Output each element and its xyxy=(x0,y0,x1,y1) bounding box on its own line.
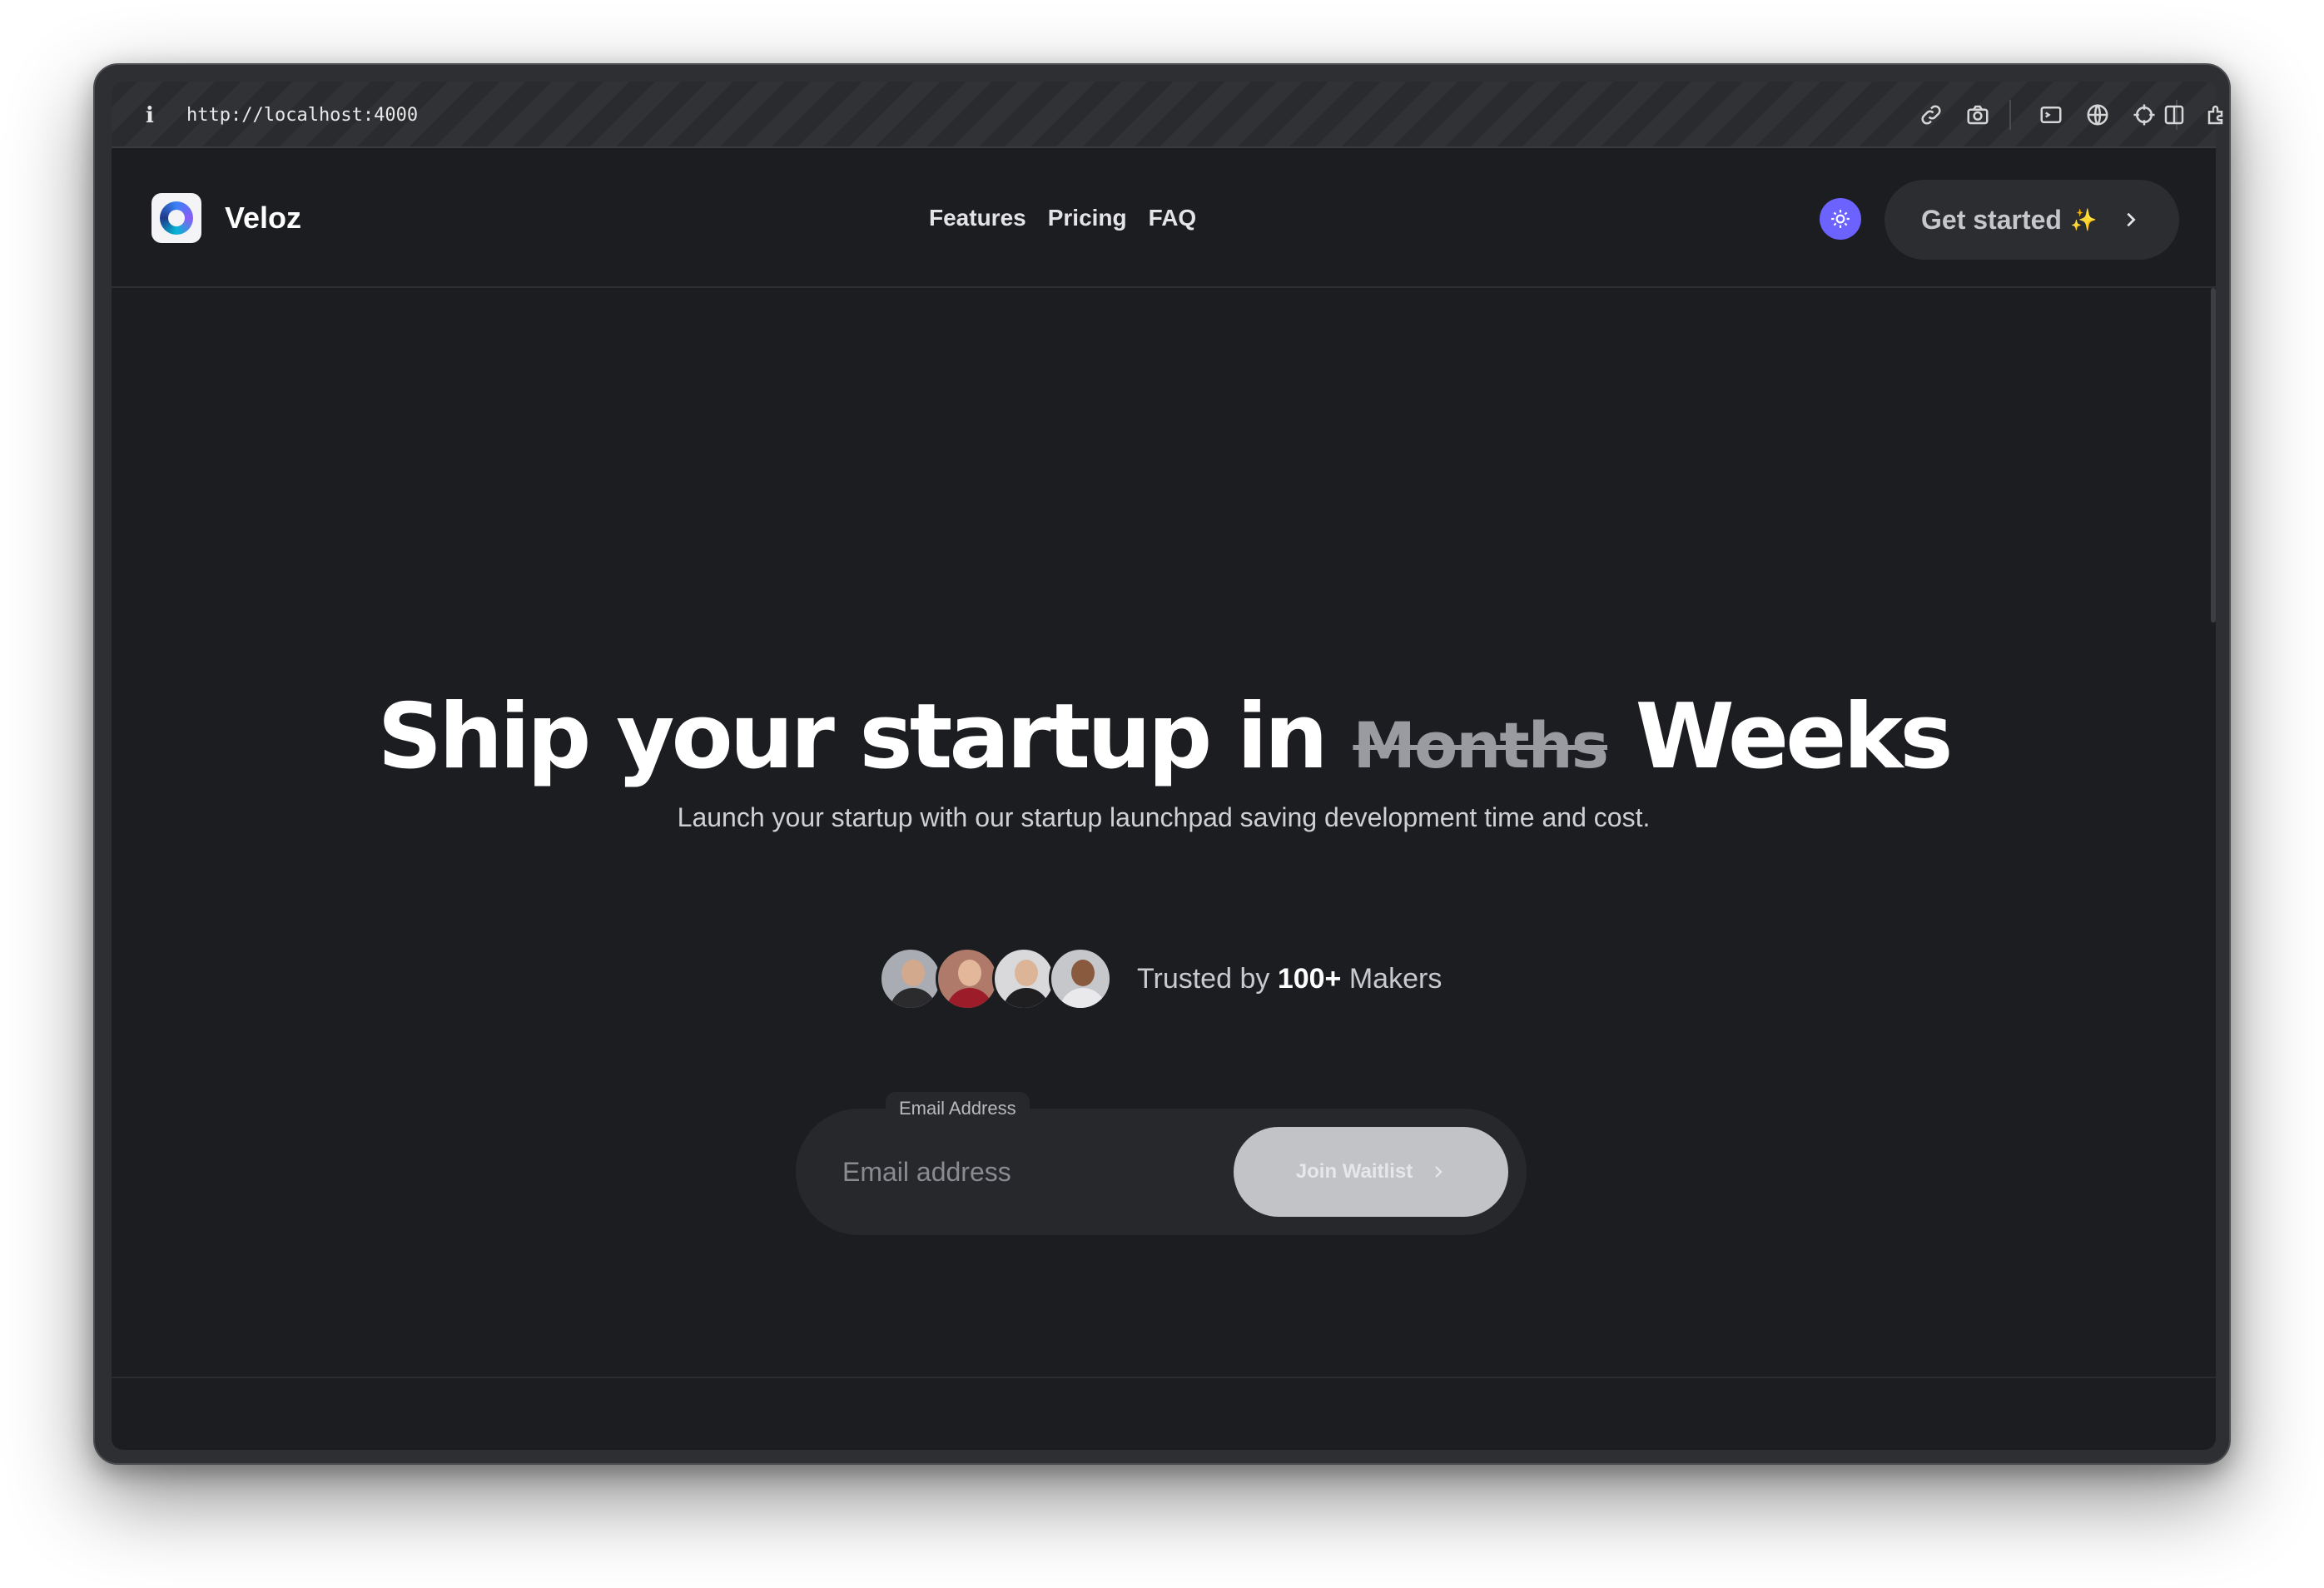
extension-icon[interactable] xyxy=(2201,98,2234,132)
nav-links: Features Pricing FAQ xyxy=(929,200,1196,236)
hero-headline: Ship your startup in Months Weeks xyxy=(112,679,2216,804)
headline-strikethrough: Months xyxy=(1353,708,1609,782)
avatar-body xyxy=(1060,988,1106,1008)
logo-icon xyxy=(160,201,193,235)
toolbar-divider xyxy=(2009,100,2011,130)
hero-subtitle: Launch your startup with our startup lau… xyxy=(677,802,1651,832)
brand-name[interactable]: Veloz xyxy=(225,196,301,240)
browser-window: i http://localhost:4000 Veloz Features P… xyxy=(93,63,2231,1465)
nav-link-faq[interactable]: FAQ xyxy=(1149,200,1197,236)
join-waitlist-label: Join Waitlist xyxy=(1295,1160,1413,1183)
section-divider xyxy=(112,1377,2216,1378)
site-navbar: Veloz Features Pricing FAQ Get started ✨ xyxy=(112,148,2216,288)
logo[interactable] xyxy=(151,193,201,243)
nav-link-features[interactable]: Features xyxy=(929,200,1026,236)
avatar-3 xyxy=(992,947,1055,1010)
crosshair-icon[interactable] xyxy=(2128,98,2161,132)
terminal-icon[interactable] xyxy=(2034,98,2068,132)
avatar-1 xyxy=(879,947,942,1010)
headline-start: Ship your startup in xyxy=(377,685,1353,789)
chevron-right-icon xyxy=(1435,1166,1443,1178)
sidebar-icon[interactable] xyxy=(2158,98,2191,132)
join-waitlist-button[interactable]: Join Waitlist xyxy=(1234,1127,1508,1217)
page-viewport: Veloz Features Pricing FAQ Get started ✨… xyxy=(112,148,2216,1450)
link-icon[interactable] xyxy=(1914,98,1948,132)
get-started-button[interactable]: Get started ✨ xyxy=(1885,180,2179,260)
waitlist-form: Email Address Join Waitlist xyxy=(796,1092,1527,1235)
nav-link-pricing[interactable]: Pricing xyxy=(1048,200,1127,236)
avatar-face xyxy=(901,960,925,986)
sun-icon xyxy=(1831,210,1850,228)
avatar-body xyxy=(890,988,936,1008)
avatar-face xyxy=(1071,960,1095,986)
browser-toolbar: i http://localhost:4000 xyxy=(112,82,2223,148)
trust-row: Trusted by 100+ Makers xyxy=(879,945,1442,1012)
avatar-face xyxy=(1015,960,1038,986)
trust-count: 100+ xyxy=(1277,962,1342,995)
camera-icon[interactable] xyxy=(1961,98,1994,132)
url-text[interactable]: http://localhost:4000 xyxy=(186,102,418,130)
avatar-body xyxy=(946,988,993,1008)
headline-end: Weeks xyxy=(1607,685,1954,789)
get-started-label: Get started xyxy=(1921,204,2062,235)
email-input[interactable] xyxy=(842,1139,1192,1205)
trust-prefix: Trusted by xyxy=(1137,962,1278,995)
hero-section: Ship your startup in Months Weeks Launch… xyxy=(112,288,2216,1378)
info-icon[interactable]: i xyxy=(142,102,158,130)
chevron-right-icon xyxy=(2127,212,2136,227)
avatar-face xyxy=(958,960,981,986)
avatar-4 xyxy=(1049,947,1112,1010)
sparkles-icon: ✨ xyxy=(2069,206,2098,232)
globe-icon[interactable] xyxy=(2081,98,2114,132)
trust-text: Trusted by 100+ Makers xyxy=(1137,963,1442,995)
avatar-stack xyxy=(879,947,1112,1010)
avatar-2 xyxy=(936,947,999,1010)
theme-toggle-button[interactable] xyxy=(1820,198,1861,240)
email-label: Email Address xyxy=(886,1092,1030,1125)
avatar-body xyxy=(1003,988,1050,1008)
trust-suffix: Makers xyxy=(1341,962,1443,995)
